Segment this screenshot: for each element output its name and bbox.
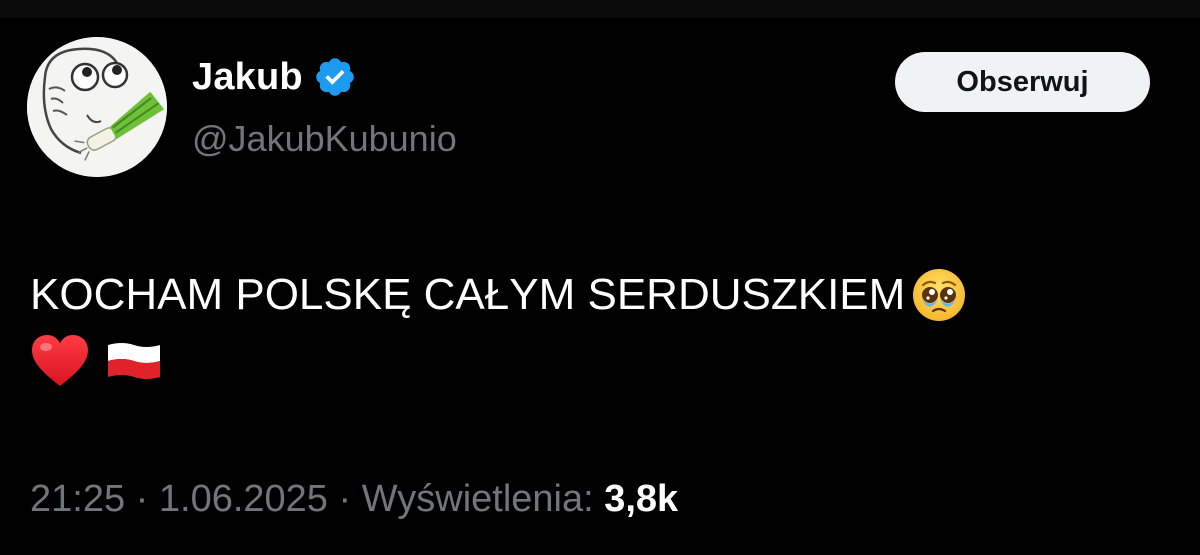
tweet-text: KOCHAM POLSKĘ CAŁYM SERDUSZKIEM (30, 262, 1170, 394)
views-label: Wyświetlenia: (361, 478, 605, 520)
tweet-card: Jakub @JakubKubunio Obserwuj KOCHAM POLS… (0, 0, 1200, 555)
follow-button[interactable]: Obserwuj (895, 52, 1150, 112)
author-handle[interactable]: @JakubKubunio (192, 118, 457, 160)
tweet-text-line-2 (30, 328, 1170, 394)
tweet-text-content: KOCHAM POLSKĘ CAŁYM SERDUSZKIEM (30, 270, 906, 319)
author-display-name[interactable]: Jakub (192, 56, 303, 99)
meta-separator: · (327, 478, 362, 520)
tweet-meta: 21:25 · 1.06.2025 · Wyświetlenia: 3,8k (30, 478, 678, 521)
verified-badge-icon[interactable] (313, 55, 357, 99)
red-heart-emoji-icon (32, 335, 88, 386)
author-name-row: Jakub (192, 52, 357, 102)
pleading-face-emoji-icon (913, 269, 966, 321)
meta-separator: · (125, 478, 159, 520)
tweet-date[interactable]: 1.06.2025 (159, 478, 328, 521)
poland-flag-emoji-icon (108, 343, 160, 379)
views-count[interactable]: 3,8k (604, 478, 678, 521)
tweet-text-line-1: KOCHAM POLSKĘ CAŁYM SERDUSZKIEM (30, 262, 1170, 328)
avatar[interactable] (27, 37, 167, 177)
tweet-time[interactable]: 21:25 (30, 478, 125, 521)
avatar-meme-face-icon (27, 37, 167, 177)
